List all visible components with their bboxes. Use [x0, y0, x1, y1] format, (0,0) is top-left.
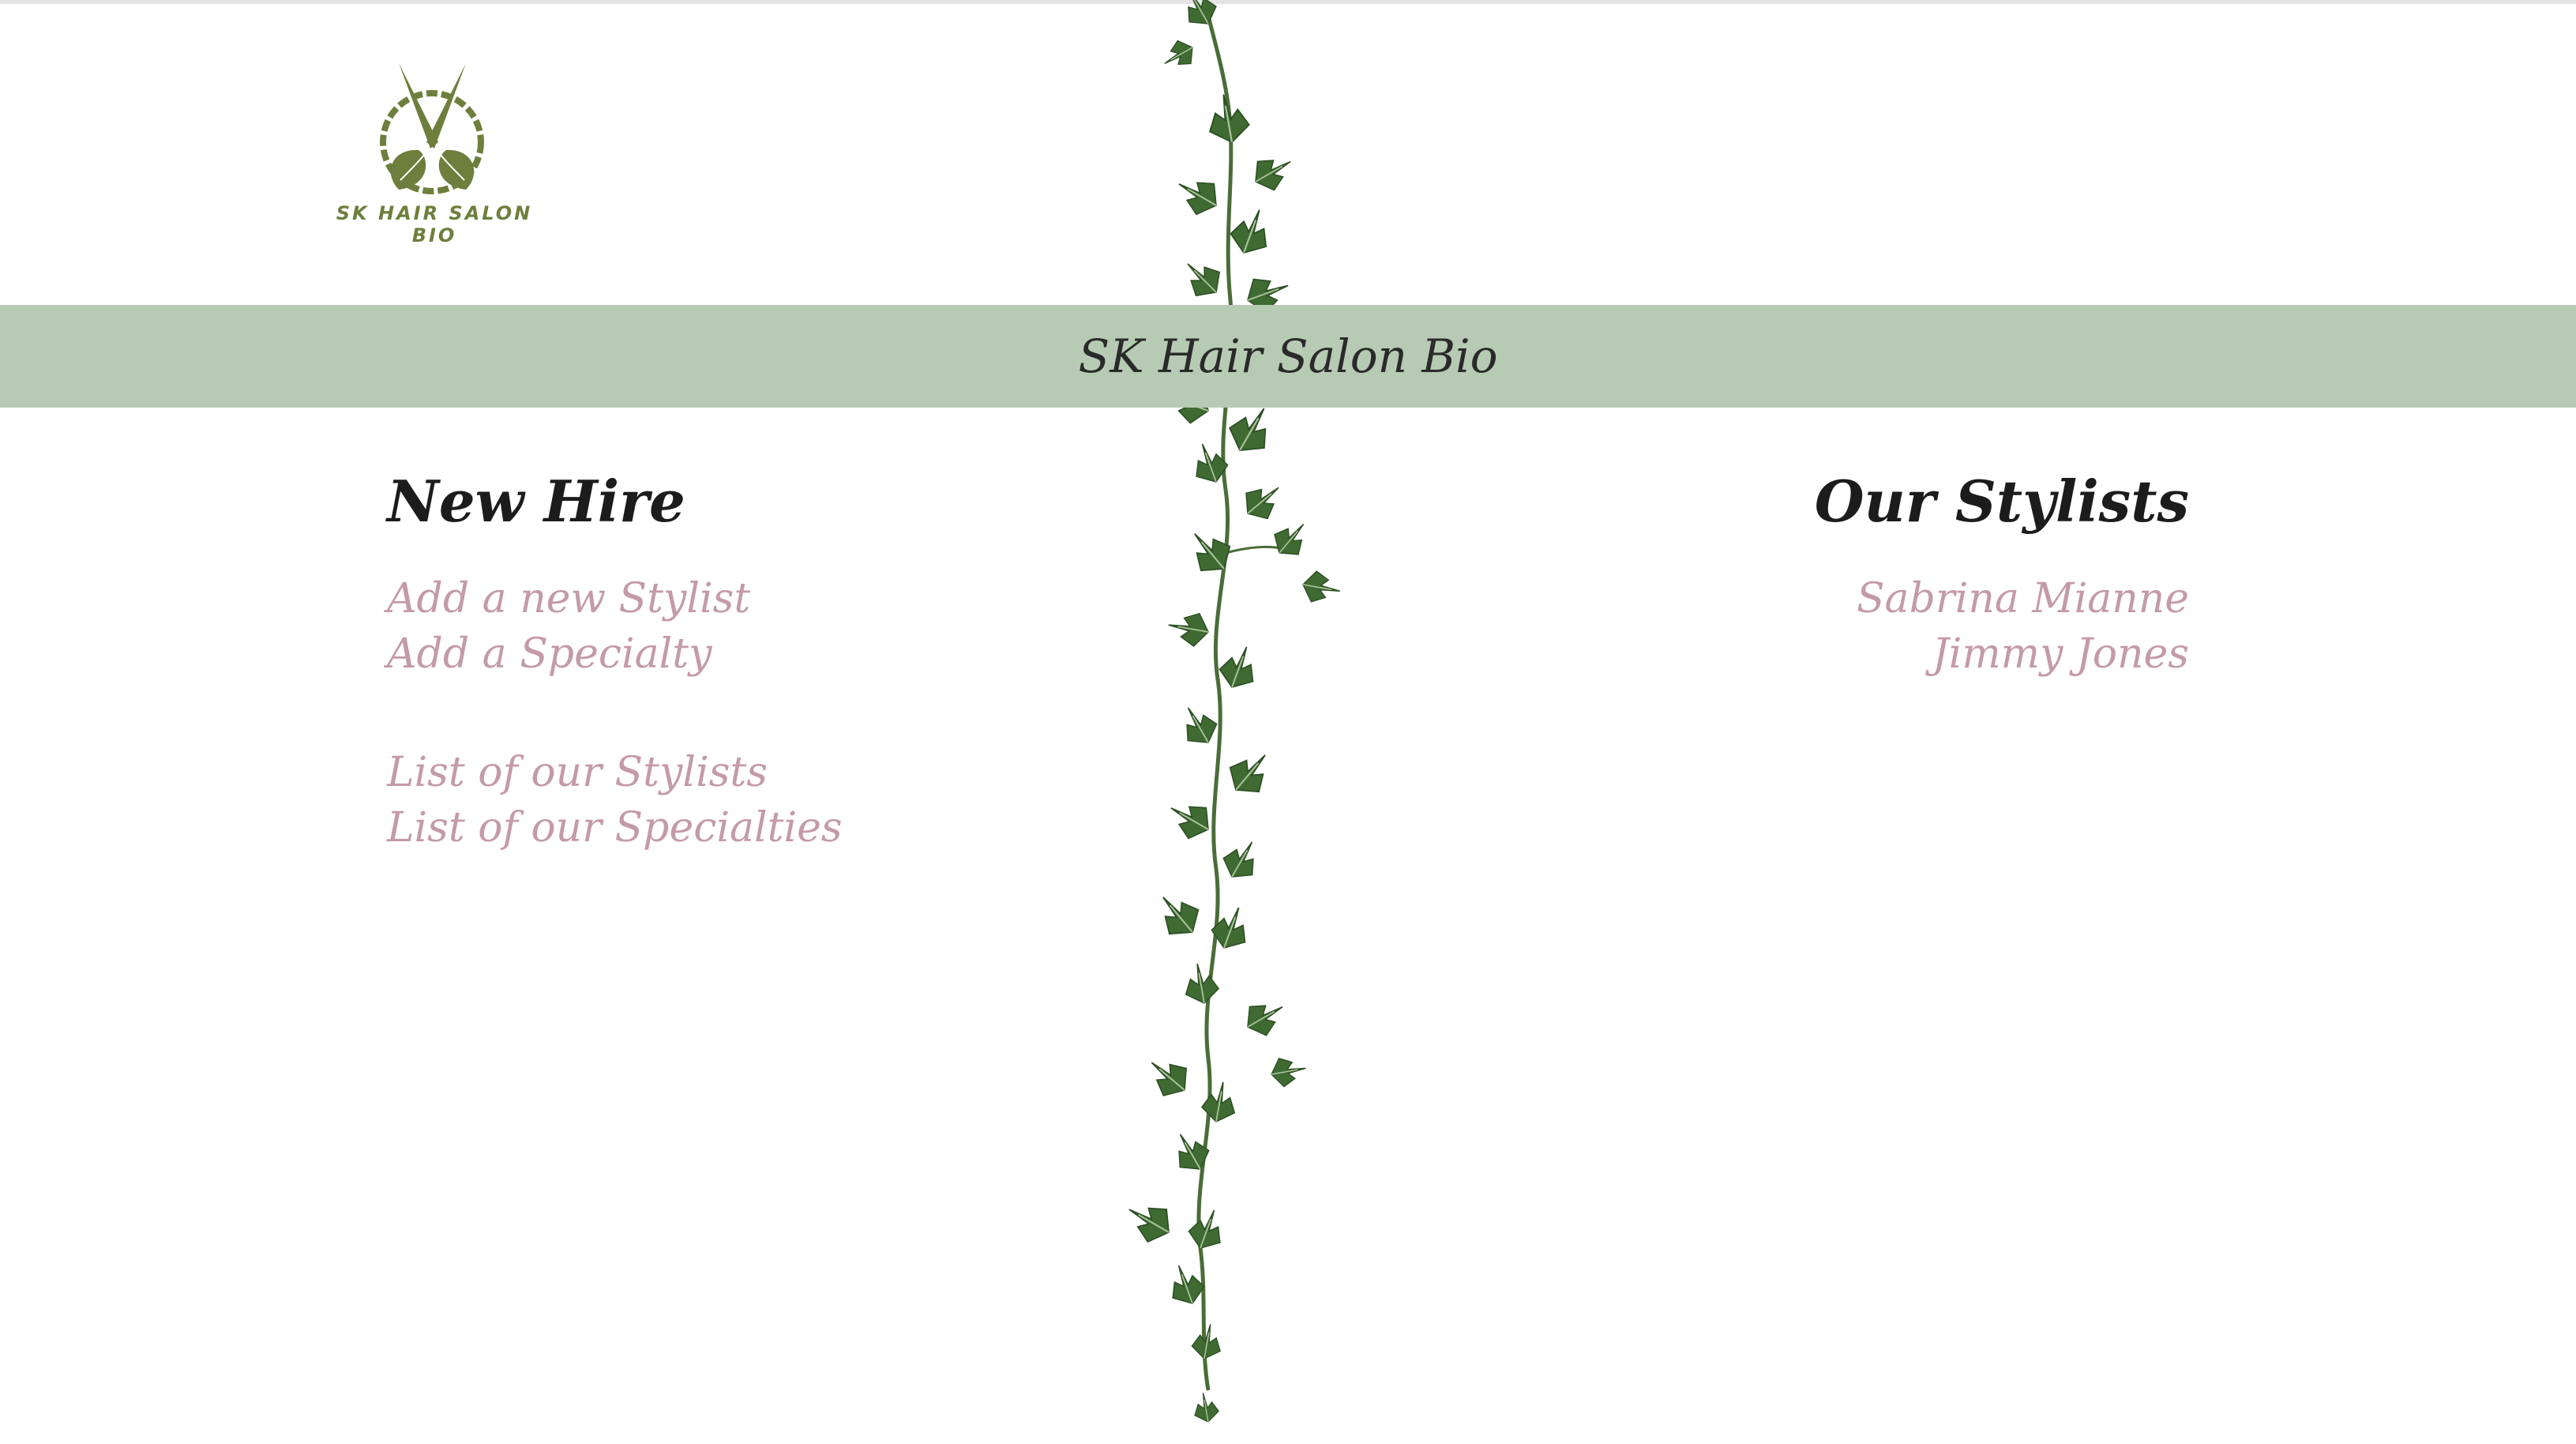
stylists-section: Our Stylists Sabrina Mianne Jimmy Jones: [1478, 462, 2189, 682]
new-hire-heading: New Hire: [387, 468, 685, 535]
list-specialties-link[interactable]: List of our Specialties: [387, 800, 1098, 855]
stylist-link-sabrina[interactable]: Sabrina Mianne: [1478, 571, 2189, 626]
list-links: List of our Stylists List of our Special…: [387, 745, 1098, 855]
page: SK HAIR SALON BIO SK Hair Salon Bio New …: [0, 0, 2576, 1444]
stylist-link-jimmy[interactable]: Jimmy Jones: [1478, 626, 2189, 682]
new-hire-links: Add a new Stylist Add a Specialty: [387, 571, 1098, 682]
add-stylist-link[interactable]: Add a new Stylist: [387, 571, 1098, 626]
scissors-leaf-logo-icon: [380, 63, 484, 194]
stylist-list: Sabrina Mianne Jimmy Jones: [1478, 571, 2189, 682]
list-stylists-link[interactable]: List of our Stylists: [387, 745, 1098, 800]
stylists-heading: Our Stylists: [1814, 468, 2189, 535]
logo-text: SK HAIR SALON BIO: [336, 202, 533, 246]
title-banner: SK Hair Salon Bio: [0, 305, 2576, 408]
add-specialty-link[interactable]: Add a Specialty: [387, 626, 1098, 682]
ivy-vine-image: [1119, 0, 1344, 1425]
salon-logo[interactable]: SK HAIR SALON BIO: [320, 55, 549, 246]
page-title: SK Hair Salon Bio: [1078, 329, 1498, 383]
new-hire-section: New Hire Add a new Stylist Add a Special…: [387, 462, 1098, 855]
